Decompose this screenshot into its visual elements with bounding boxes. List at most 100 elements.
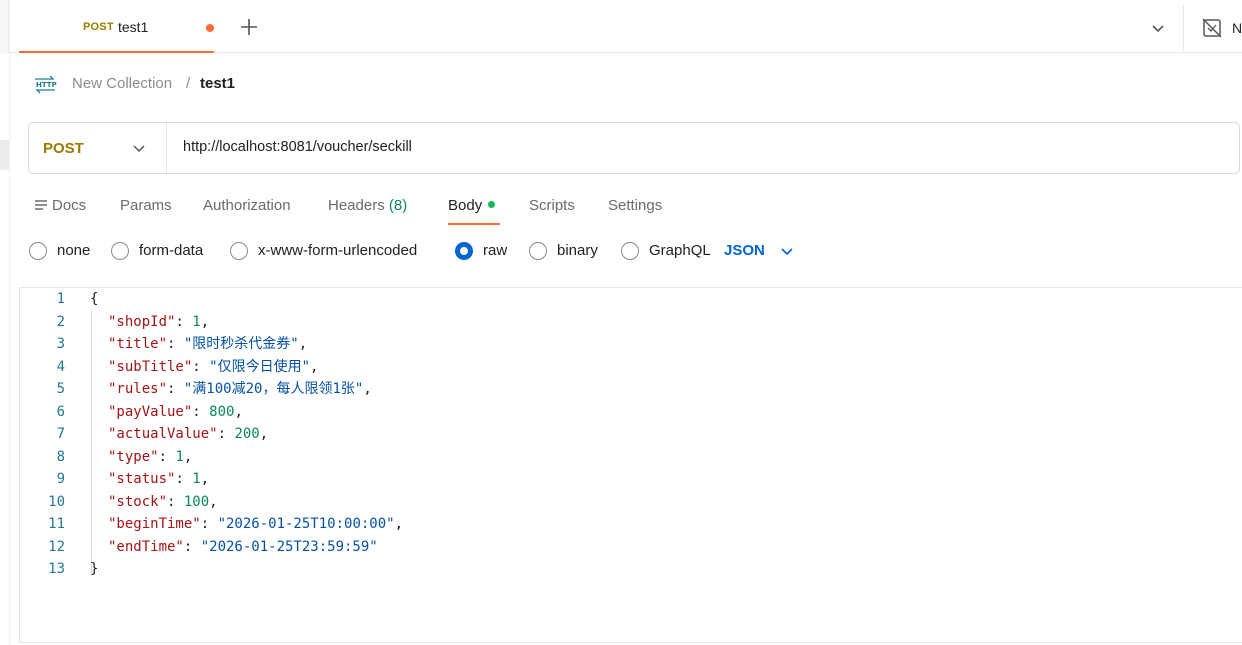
line-number: 7 <box>56 426 65 442</box>
sidebar-divider <box>9 0 10 645</box>
code-text: } <box>90 558 98 580</box>
body-code-editor[interactable]: 1{2 "shopId": 1, 3 "title": "限时秒杀代金券", 4 "sub… <box>19 287 1242 643</box>
json-punct: : <box>192 358 210 375</box>
tab-scripts-label: Scripts <box>529 197 575 214</box>
json-value: 1 <box>175 448 184 465</box>
code-text: "shopId": 1, <box>108 311 209 333</box>
code-text: "payValue": 800, <box>108 401 243 423</box>
json-value: "2026-01-25T10:00:00" <box>217 516 395 532</box>
json-punct: : <box>175 313 193 330</box>
radio-circle <box>29 242 47 260</box>
tab-authorization[interactable]: Authorization <box>203 197 291 225</box>
json-value: 1 <box>192 471 201 487</box>
breadcrumb-separator: / <box>186 75 191 92</box>
line-number: 13 <box>48 561 65 577</box>
environment-selector-label[interactable]: N <box>1232 20 1242 36</box>
tab-settings-label: Settings <box>608 197 663 214</box>
chevron-down-icon <box>133 145 145 153</box>
tab-docs-label: Docs <box>52 197 87 214</box>
radio-circle <box>529 242 547 260</box>
json-punct: , <box>259 426 269 442</box>
json-punct: , <box>298 336 308 352</box>
sidebar-edge <box>0 0 9 53</box>
chevron-down-icon[interactable] <box>780 244 794 258</box>
tab-authorization-label: Authorization <box>203 197 291 214</box>
code-line: 13} <box>20 558 1220 580</box>
line-number: 11 <box>48 516 65 532</box>
breadcrumb-collection[interactable]: New Collection <box>72 75 172 92</box>
code-line: 6 "payValue": 800, <box>20 401 1220 423</box>
json-value: "仅限今日使用" <box>209 358 311 375</box>
url-input[interactable] <box>183 139 1083 155</box>
tab-headers[interactable]: Headers (8) <box>328 197 407 225</box>
json-punct: : <box>167 336 184 352</box>
json-punct: , <box>310 358 319 375</box>
radio-circle-checked <box>455 242 473 260</box>
code-text: "status": 1, <box>108 468 209 490</box>
http-icon: HTTP <box>35 75 57 94</box>
tab-body-label: Body <box>448 197 483 214</box>
code-line: 12 "endTime": "2026-01-25T23:59:59" <box>20 536 1220 558</box>
radio-circle <box>621 242 639 260</box>
radio-circle <box>111 242 129 260</box>
radio-none-label: none <box>57 242 91 259</box>
code-line: 3 "title": "限时秒杀代金券", <box>20 333 1220 355</box>
line-number: 1 <box>56 291 65 307</box>
json-key: "rules" <box>108 381 168 397</box>
json-punct: : <box>183 538 201 555</box>
code-line: 8 "type": 1, <box>20 446 1220 468</box>
method-dropdown[interactable]: POST <box>29 123 167 173</box>
code-line: 1{ <box>20 288 1220 310</box>
tab-strip: POST test1 N <box>0 0 1242 53</box>
no-environment-icon[interactable] <box>1201 17 1223 39</box>
json-value: "2026-01-25T23:59:59" <box>200 538 378 555</box>
code-text: "rules": "满100减20，每人限领1张", <box>108 378 372 400</box>
json-value: 100 <box>183 493 210 510</box>
radio-binary-label: binary <box>557 242 598 259</box>
breadcrumb-request-name[interactable]: test1 <box>200 75 235 92</box>
body-language-dropdown[interactable]: JSON <box>724 242 765 259</box>
tab-method-label: POST <box>83 21 114 33</box>
plus-icon[interactable] <box>238 16 260 38</box>
json-punct: , <box>200 313 210 330</box>
line-number: 12 <box>48 538 65 555</box>
code-text: "endTime": "2026-01-25T23:59:59" <box>108 536 378 558</box>
json-key: "status" <box>108 471 176 487</box>
request-tab-test1[interactable]: POST test1 <box>19 0 214 53</box>
code-text: { <box>90 288 98 310</box>
code-text: "type": 1, <box>108 446 192 468</box>
line-number: 10 <box>48 493 65 510</box>
line-number: 4 <box>56 358 65 375</box>
code-line: 4 "subTitle": "仅限今日使用", <box>20 356 1220 378</box>
radio-urlencoded-label: x-www-form-urlencoded <box>258 242 418 259</box>
json-punct: : <box>158 448 176 465</box>
json-value: "满100减20，每人限领1张" <box>183 381 364 397</box>
json-punct: , <box>363 381 372 397</box>
code-line: 9 "status": 1, <box>20 468 1220 490</box>
tab-settings[interactable]: Settings <box>608 197 662 225</box>
json-key: "subTitle" <box>108 358 193 375</box>
code-text: "beginTime": "2026-01-25T10:00:00", <box>108 513 403 535</box>
json-punct: : <box>175 471 193 487</box>
json-punct: , <box>183 448 193 465</box>
line-number: 2 <box>56 313 65 330</box>
json-key: "actualValue" <box>108 426 218 442</box>
json-brace: } <box>90 561 99 577</box>
tab-params-label: Params <box>120 197 172 214</box>
json-punct: : <box>167 493 184 510</box>
tab-scripts[interactable]: Scripts <box>529 197 575 225</box>
line-number: 3 <box>56 336 65 352</box>
tab-params[interactable]: Params <box>120 197 172 225</box>
tab-headers-label: Headers <box>328 197 385 214</box>
tab-body[interactable]: Body <box>448 197 500 225</box>
tab-docs[interactable]: Docs <box>34 197 86 225</box>
json-key: "type" <box>108 448 159 465</box>
json-key: "stock" <box>108 493 168 510</box>
chevron-down-icon[interactable] <box>1148 18 1168 38</box>
json-value: 1 <box>192 313 201 330</box>
unsaved-dot-icon <box>206 24 214 32</box>
json-key: "shopId" <box>108 313 176 330</box>
tab-name-label: test1 <box>118 19 149 35</box>
code-line: 2 "shopId": 1, <box>20 311 1220 333</box>
code-text: "actualValue": 200, <box>108 423 268 445</box>
